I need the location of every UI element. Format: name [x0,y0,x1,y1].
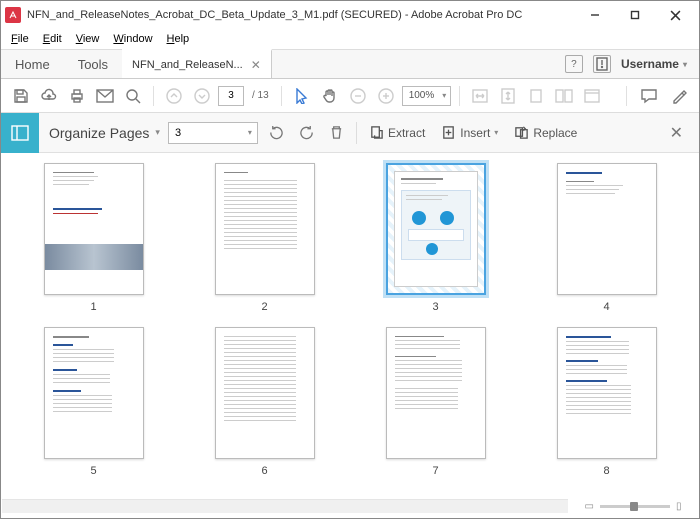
thumbnail-number: 2 [261,301,267,313]
page-thumbnail[interactable]: 4 [535,163,678,313]
menu-window[interactable]: Window [107,31,158,47]
close-button[interactable] [655,2,695,28]
rotate-ccw-button[interactable] [266,122,288,144]
zoom-select[interactable]: 100% [402,86,452,106]
page-thumbnail[interactable]: 2 [193,163,336,313]
sidebar-panel-toggle[interactable] [1,113,39,153]
page-total-label: / 13 [248,90,273,101]
fit-page-button[interactable] [496,84,520,108]
comment-button[interactable] [637,84,661,108]
email-button[interactable] [93,84,117,108]
page-thumbnail[interactable]: 3 [364,163,507,313]
main-toolbar: / 13 100% [1,79,699,113]
save-button[interactable] [9,84,33,108]
title-bar: NFN_and_ReleaseNotes_Acrobat_DC_Beta_Upd… [1,1,699,29]
organize-pages-menu[interactable]: Organize Pages [49,125,160,141]
page-range-select[interactable]: 3 [168,122,258,144]
insert-menu[interactable]: Insert ▾ [437,125,502,140]
next-page-button[interactable] [190,84,214,108]
help-icon[interactable]: ? [565,55,583,73]
view-mode-2[interactable] [552,84,576,108]
minimize-button[interactable] [575,2,615,28]
print-button[interactable] [65,84,89,108]
rotate-cw-button[interactable] [296,122,318,144]
search-button[interactable] [121,84,145,108]
tab-document[interactable]: NFN_and_ReleaseN... ✕ [122,49,272,78]
page-thumbnail[interactable]: 1 [22,163,165,313]
page-number-input[interactable] [218,86,244,106]
page-thumbnail[interactable]: 5 [22,327,165,477]
page-thumbnail[interactable]: 8 [535,327,678,477]
thumbnail-number: 7 [432,465,438,477]
zoom-out-icon[interactable]: ▭ [585,501,594,512]
view-mode-3[interactable] [580,84,604,108]
highlight-button[interactable] [667,84,691,108]
tab-document-label: NFN_and_ReleaseN... [132,59,243,71]
thumbnail-number: 5 [90,465,96,477]
menu-view[interactable]: View [70,31,106,47]
view-mode-1[interactable] [524,84,548,108]
tab-tools[interactable]: Tools [64,50,122,78]
thumbnail-grid: 1 2 3 4 5 6 7 8 [2,153,698,494]
menu-edit[interactable]: Edit [37,31,68,47]
pointer-tool[interactable] [290,84,314,108]
close-organize-button[interactable]: ✕ [664,123,689,143]
zoom-slider[interactable] [600,505,670,508]
replace-button[interactable]: Replace [510,125,581,140]
prev-page-button[interactable] [162,84,186,108]
account-menu[interactable]: Username ▾ [621,57,687,71]
thumbnail-number: 3 [432,301,438,313]
notifications-icon[interactable] [593,55,611,73]
page-thumbnail[interactable]: 7 [364,327,507,477]
page-thumbnail[interactable]: 6 [193,327,336,477]
tab-close-icon[interactable]: ✕ [251,58,261,72]
zoom-in-button[interactable] [374,84,398,108]
footer-bar: ▭ ▯ [2,495,698,517]
menu-help[interactable]: Help [161,31,196,47]
app-icon [5,7,21,23]
menu-bar: File Edit View Window Help [1,29,699,49]
horizontal-scrollbar[interactable] [2,499,568,513]
fit-width-button[interactable] [468,84,492,108]
window-title: NFN_and_ReleaseNotes_Acrobat_DC_Beta_Upd… [27,9,575,21]
extract-button[interactable]: Extract [365,125,429,140]
thumbnail-number: 8 [603,465,609,477]
organize-toolbar: Organize Pages 3 Extract Insert ▾ Replac… [39,113,699,153]
hand-tool[interactable] [318,84,342,108]
menu-file[interactable]: File [5,31,35,47]
thumbnail-number: 4 [603,301,609,313]
maximize-button[interactable] [615,2,655,28]
zoom-in-icon[interactable]: ▯ [676,501,682,512]
zoom-out-button[interactable] [346,84,370,108]
thumbnail-number: 6 [261,465,267,477]
delete-button[interactable] [326,122,348,144]
tab-bar: Home Tools NFN_and_ReleaseN... ✕ ? Usern… [1,49,699,79]
cloud-button[interactable] [37,84,61,108]
thumbnail-number: 1 [90,301,96,313]
tab-home[interactable]: Home [1,50,64,78]
